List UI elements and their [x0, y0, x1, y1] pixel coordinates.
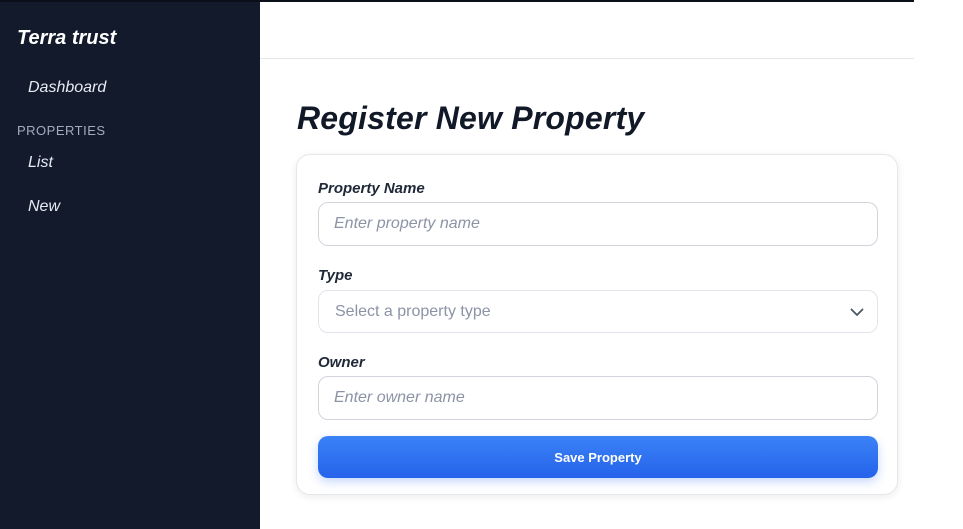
- brand-title: Terra trust: [17, 27, 117, 49]
- top-header-bar: [260, 2, 914, 59]
- sidebar-section-properties: PROPERTIES: [17, 123, 106, 138]
- sidebar-item-new[interactable]: New: [28, 198, 60, 216]
- app-root: Terra trust Dashboard PROPERTIES List Ne…: [0, 0, 963, 529]
- main-content: Register New Property Property Name Type…: [260, 2, 914, 529]
- sidebar-item-dashboard[interactable]: Dashboard: [28, 79, 106, 97]
- sidebar: Terra trust Dashboard PROPERTIES List Ne…: [0, 2, 260, 529]
- register-property-form: Property Name Type Select a property typ…: [296, 154, 898, 495]
- property-name-input[interactable]: [318, 202, 878, 246]
- save-property-button[interactable]: Save Property: [318, 436, 878, 478]
- type-label: Type: [318, 267, 353, 284]
- property-type-select[interactable]: Select a property type: [318, 290, 878, 333]
- chevron-down-icon: [850, 308, 864, 316]
- property-type-selected: Select a property type: [335, 303, 491, 320]
- page-title: Register New Property: [297, 100, 645, 136]
- sidebar-item-list[interactable]: List: [28, 154, 53, 172]
- owner-label: Owner: [318, 354, 365, 371]
- property-name-label: Property Name: [318, 180, 425, 197]
- owner-input[interactable]: [318, 376, 878, 420]
